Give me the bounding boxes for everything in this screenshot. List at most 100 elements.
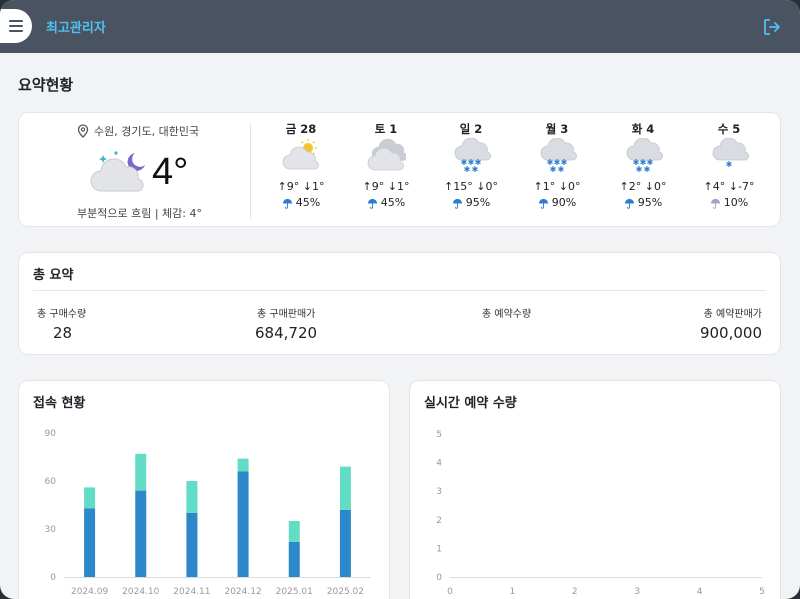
snow-icon: ✱ ✱ ✱✱ ✱	[626, 138, 663, 174]
forecast-temp: ↑4° ↓-7°	[703, 180, 755, 193]
forecast-day-label: 수 5	[717, 122, 741, 136]
forecast-temp: ↑9° ↓1°	[277, 180, 325, 193]
forecast-rain: 90%	[525, 195, 589, 211]
svg-text:✱: ✱	[558, 165, 565, 174]
forecast-day: 수 5 ✱ ↑4° ↓-7° 10%	[697, 121, 761, 211]
bar-segment[interactable]	[186, 481, 198, 513]
forecast-rain-value: 90%	[551, 196, 577, 209]
x-tick-label: 2	[572, 587, 578, 597]
current-temperature: 4°	[152, 151, 189, 193]
current-description: 부분적으로 흐림 | 체감: 4°	[77, 207, 202, 220]
x-tick-label: 2024.12	[224, 587, 261, 597]
forecast-day: 월 3 ✱ ✱ ✱ ✱ ✱ ↑1° ↓0° 90%	[525, 121, 589, 211]
bar-segment[interactable]	[288, 521, 300, 542]
x-tick-label: 2024.10	[122, 587, 159, 597]
bar-segment[interactable]	[186, 513, 198, 577]
forecast-rain-value: 95%	[465, 196, 491, 209]
forecast-temp: ↑1° ↓0°	[533, 180, 581, 193]
cloudy-icon	[367, 138, 406, 171]
y-tick-label: 4	[436, 459, 442, 469]
bar-segment[interactable]	[237, 458, 249, 472]
logout-icon[interactable]	[762, 17, 782, 37]
access-chart: 0 30 60 90 2024.09 2024.10 2024.11 2024.12 2025.…	[45, 429, 371, 597]
bar-segment[interactable]	[135, 453, 147, 491]
x-tick-label: 2025.02	[327, 587, 364, 597]
forecast-icon-wrap: ✱	[697, 137, 761, 177]
forecast-icon-wrap: ✱ ✱ ✱ ✱ ✱	[439, 137, 503, 177]
bar-segment[interactable]	[339, 509, 351, 577]
x-tick-label: 2025.01	[276, 587, 313, 597]
umbrella-icon	[710, 198, 720, 209]
x-tick-label: 2024.09	[71, 587, 108, 597]
summary-title: 총 요약	[33, 268, 74, 283]
umbrella-icon	[624, 198, 634, 209]
bar-segment[interactable]	[84, 508, 96, 577]
forecast-day-label: 일 2	[459, 122, 483, 136]
umbrella-icon	[282, 198, 292, 209]
forecast-temp: ↑9° ↓1°	[362, 180, 410, 193]
stat-label: 총 예약수량	[482, 309, 532, 320]
forecast-rain-value: 45%	[295, 196, 321, 209]
svg-text:✱: ✱	[464, 165, 471, 174]
forecast-rain-value: 95%	[637, 196, 663, 209]
forecast-day: 화 4 ✱ ✱ ✱ ✱ ✱ ↑2° ↓0° 95%	[611, 121, 675, 211]
stat-value: 28	[53, 324, 73, 342]
forecast-rain: 45%	[354, 195, 418, 211]
umbrella-icon	[452, 198, 462, 209]
y-tick-label: 0	[436, 573, 442, 583]
bar-segment[interactable]	[135, 490, 147, 577]
stat-purchase-qty: 총 구매수량 28	[37, 305, 86, 342]
forecast-rain: 10%	[697, 195, 761, 211]
forecast-day-label: 토 1	[374, 122, 398, 136]
y-tick-label: 1	[436, 544, 442, 554]
y-tick-label: 3	[436, 487, 442, 497]
summary-divider	[33, 290, 766, 291]
forecast-day: 일 2 ✱ ✱ ✱ ✱ ✱ ↑15° ↓0° 95%	[439, 121, 503, 211]
forecast-rain: 45%	[269, 195, 333, 211]
svg-text:✱: ✱	[636, 165, 643, 174]
partly-sunny-icon	[282, 139, 319, 170]
bar-segment[interactable]	[84, 487, 96, 509]
bar-segment[interactable]	[339, 466, 351, 510]
forecast-icon-wrap	[354, 137, 418, 177]
page-title: 요약현황	[18, 76, 74, 94]
summary-card: 총 요약 총 구매수량 28 총 구매판매가 684,720 총 예약수량 총 …	[18, 252, 781, 355]
bar-segment[interactable]	[237, 471, 249, 577]
umbrella-icon	[538, 198, 548, 209]
bar-segment[interactable]	[288, 541, 300, 577]
svg-text:✱: ✱	[550, 165, 557, 174]
live-chart-card: 실시간 예약 수량 012345012345	[409, 380, 781, 599]
stat-value: 900,000	[699, 324, 762, 342]
location-pin-icon	[77, 124, 89, 138]
forecast-icon-wrap	[269, 137, 333, 177]
stat-purchase-price: 총 구매판매가 684,720	[255, 305, 317, 342]
stat-reserve-qty: 총 예약수량	[482, 305, 531, 324]
svg-text:✱: ✱	[472, 165, 479, 174]
svg-text:✱: ✱	[726, 160, 733, 169]
forecast-day-label: 월 3	[545, 122, 569, 136]
forecast-day-label: 화 4	[631, 122, 655, 136]
snow-icon: ✱ ✱ ✱✱ ✱	[540, 138, 577, 174]
forecast-day: 금 28 ↑9° ↓1° 45%	[269, 121, 333, 211]
snow-icon: ✱ ✱ ✱✱ ✱	[454, 138, 491, 174]
x-tick-label: 4	[697, 587, 703, 597]
y-tick-label: 2	[436, 516, 442, 526]
forecast-rain-value: 45%	[380, 196, 406, 209]
app-window: 최고관리자 요약현황 수원, 경기도, 대한민국 4° 부분적으로 흐림 | 체…	[0, 0, 800, 599]
y-tick-label: 90	[45, 429, 57, 439]
user-name: 최고관리자	[46, 21, 106, 36]
location-text: 수원, 경기도, 대한민국	[94, 125, 200, 138]
umbrella-icon	[367, 198, 377, 209]
y-tick-label: 5	[436, 430, 442, 440]
weather-card: 수원, 경기도, 대한민국 4° 부분적으로 흐림 | 체감: 4° 금 28 ↑…	[18, 112, 781, 227]
partly-cloudy-night-icon	[90, 151, 145, 192]
forecast-temp: ↑15° ↓0°	[444, 180, 498, 193]
x-tick-label: 1	[510, 587, 516, 597]
hamburger-icon	[9, 20, 23, 32]
stat-reserve-price: 총 예약판매가 900,000	[700, 305, 762, 342]
y-tick-label: 0	[50, 573, 56, 583]
forecast-day-label: 금 28	[285, 122, 317, 136]
forecast-day: 토 1 ↑9° ↓1° 45%	[354, 121, 418, 211]
x-tick-label: 3	[634, 587, 640, 597]
menu-button[interactable]	[0, 9, 32, 43]
